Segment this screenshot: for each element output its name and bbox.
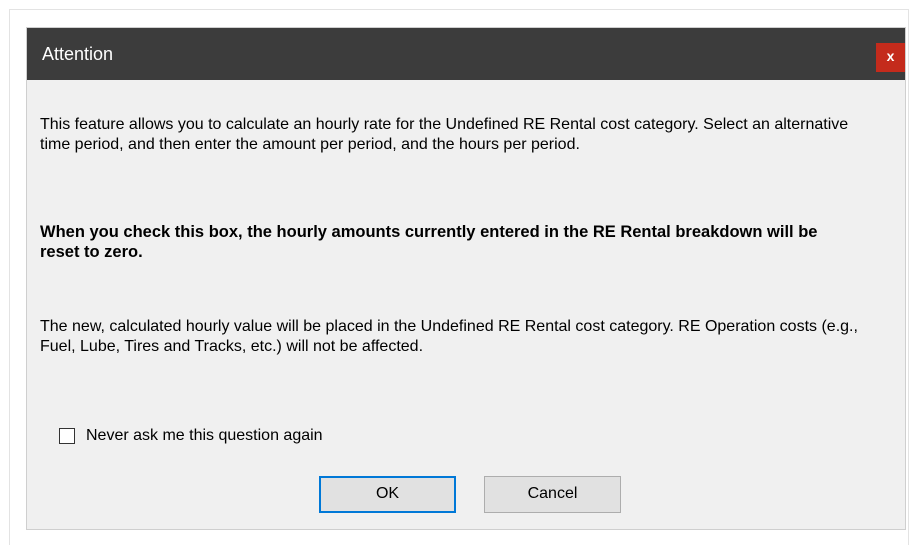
- reset-warning-text: When you check this box, the hourly amou…: [40, 223, 818, 261]
- never-ask-again-checkbox[interactable]: [59, 428, 75, 444]
- feature-description-text: This feature allows you to calculate an …: [40, 116, 849, 153]
- background-frame-left: [9, 9, 10, 545]
- cancel-button[interactable]: Cancel: [484, 476, 621, 513]
- never-ask-again-label[interactable]: Never ask me this question again: [86, 427, 323, 445]
- calculation-note-text: The new, calculated hourly value will be…: [40, 318, 858, 355]
- dialog-title: Attention: [42, 44, 114, 64]
- never-ask-again-option[interactable]: Never ask me this question again: [59, 425, 323, 447]
- close-button[interactable]: x: [876, 43, 905, 72]
- close-icon: x: [886, 48, 895, 64]
- attention-dialog: Attention x This feature allows you to c…: [27, 28, 905, 529]
- background-frame-right: [908, 9, 909, 545]
- ok-button[interactable]: OK: [319, 476, 456, 513]
- screen: Attention x This feature allows you to c…: [0, 0, 917, 554]
- background-frame-top: [9, 9, 908, 10]
- dialog-titlebar[interactable]: Attention x: [27, 28, 905, 80]
